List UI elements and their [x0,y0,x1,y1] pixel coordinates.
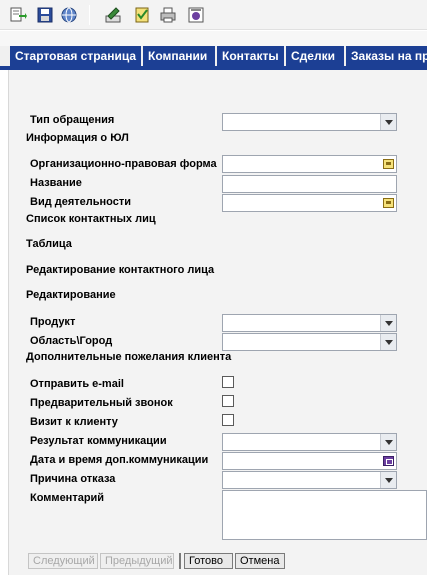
result-label: Результат коммуникации [30,435,167,447]
region-select[interactable] [222,333,397,351]
pre-call-checkbox[interactable] [222,395,234,407]
pre-call-label: Предварительный звонок [30,397,173,409]
lookup-icon[interactable] [383,159,394,169]
toolbar-separator [89,5,90,25]
tab-start-page[interactable]: Стартовая страница [10,46,141,66]
comment-label: Комментарий [30,492,105,504]
region-label: Область\Город [30,335,113,347]
lookup-icon[interactable] [383,198,394,208]
chevron-down-icon[interactable] [380,434,396,450]
comment-textarea[interactable] [222,490,427,540]
edit-heading: Редактирование [26,289,116,301]
send-email-label: Отправить e-mail [30,378,124,390]
tab-contacts[interactable]: Контакты [217,46,284,66]
tab-bar: Стартовая страница Компании Контакты Сде… [0,46,427,66]
request-type-select[interactable] [222,113,397,131]
tab-companies[interactable]: Компании [143,46,215,66]
export-icon[interactable] [9,6,27,24]
product-label: Продукт [30,316,76,328]
result-select[interactable] [222,433,397,451]
refusal-select[interactable] [222,471,397,489]
toolbar-gap [0,31,427,46]
name-label: Название [30,177,82,189]
globe-icon[interactable] [60,6,78,24]
cancel-button[interactable]: Отмена [235,553,285,569]
chevron-down-icon[interactable] [380,315,396,331]
contacts-heading: Список контактных лиц [26,213,156,225]
wishes-heading: Дополнительные пожелания клиента [26,351,232,363]
chevron-down-icon[interactable] [380,114,396,130]
tab-deals[interactable]: Сделки [286,46,344,66]
legal-info-heading: Информация о ЮЛ [26,132,129,144]
chevron-down-icon[interactable] [380,334,396,350]
edit-icon[interactable] [104,6,122,24]
activity-label: Вид деятельности [30,196,132,208]
product-select[interactable] [222,314,397,332]
calendar-icon[interactable] [383,456,394,466]
org-form-label: Организационно-правовая форма [30,158,217,170]
org-form-field[interactable] [222,155,397,173]
datetime-field[interactable] [222,452,397,470]
visit-label: Визит к клиенту [30,416,118,428]
done-button[interactable]: Готово [184,553,233,569]
visit-checkbox[interactable] [222,414,234,426]
send-email-checkbox[interactable] [222,376,234,388]
activity-field[interactable] [222,194,397,212]
checklist-icon[interactable] [133,6,151,24]
button-separator [179,553,181,569]
name-field[interactable] [222,175,397,193]
prev-button[interactable]: Предыдущий [100,553,174,569]
save-icon[interactable] [36,6,54,24]
refusal-label: Причина отказа [30,473,116,485]
datetime-label: Дата и время доп.коммуникации [30,454,209,466]
next-button[interactable]: Следующий [28,553,98,569]
edit-contact-heading: Редактирование контактного лица [26,264,215,276]
print-icon[interactable] [159,6,177,24]
report-icon[interactable] [187,6,205,24]
request-type-label: Тип обращения [30,114,115,126]
table-heading: Таблица [26,238,72,250]
tab-orders[interactable]: Заказы на пр [346,46,427,66]
toolbar [0,0,427,30]
chevron-down-icon[interactable] [380,472,396,488]
